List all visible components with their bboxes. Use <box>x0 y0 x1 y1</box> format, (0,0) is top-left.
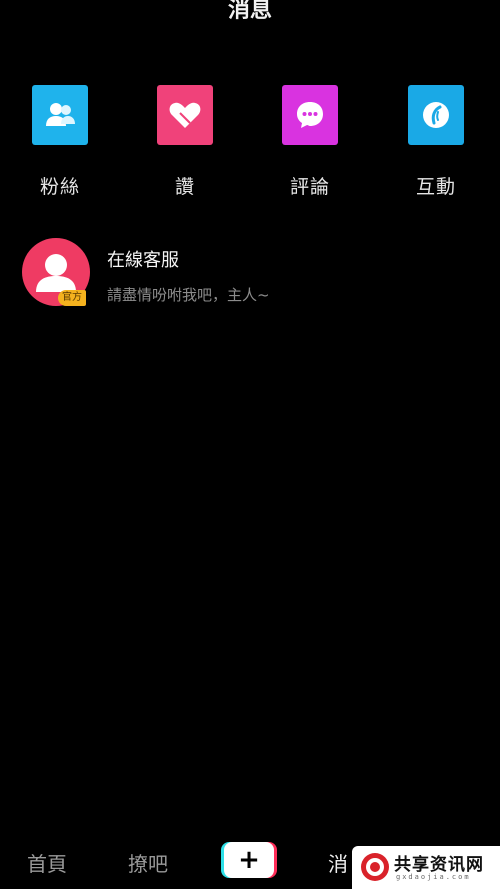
tab-messages[interactable]: 消 <box>328 848 348 877</box>
message-sender-name: 在線客服 <box>107 250 179 271</box>
page-title: 消息 <box>227 0 272 23</box>
create-button[interactable]: + <box>224 842 274 878</box>
category-fans[interactable]: 粉絲 <box>20 85 100 199</box>
category-label: 粉絲 <box>39 176 80 198</box>
official-badge: 官方 <box>58 290 86 306</box>
tab-chat[interactable]: 撩吧 <box>128 848 168 877</box>
watermark-subtitle: gxdaojia.com <box>396 873 471 881</box>
fans-icon <box>46 103 75 126</box>
plus-icon: + <box>238 845 260 875</box>
category-comments[interactable]: 評論 <box>270 85 350 199</box>
category-label: 互動 <box>415 176 456 198</box>
comments-tile[interactable] <box>282 85 338 145</box>
watermark-logo-icon <box>361 853 389 881</box>
category-label: 評論 <box>289 176 330 198</box>
watermark-title: 共享资讯网 <box>394 855 484 875</box>
likes-tile[interactable] <box>157 85 213 145</box>
message-preview: 請盡情吩咐我吧，主人~ <box>107 286 270 304</box>
category-interactions[interactable]: 互動 <box>396 85 476 199</box>
comment-icon <box>297 102 323 128</box>
interaction-icon <box>423 102 449 128</box>
tab-home[interactable]: 首頁 <box>27 848 67 877</box>
category-label: 讚 <box>174 176 195 198</box>
heart-icon <box>169 102 201 128</box>
category-likes[interactable]: 讚 <box>145 85 225 199</box>
watermark: 共享资讯网 gxdaojia.com <box>352 846 500 889</box>
message-row-customer-service[interactable]: 官方 在線客服 請盡情吩咐我吧，主人~ <box>22 238 482 310</box>
fans-tile[interactable] <box>32 85 88 145</box>
interactions-tile[interactable] <box>408 85 464 145</box>
